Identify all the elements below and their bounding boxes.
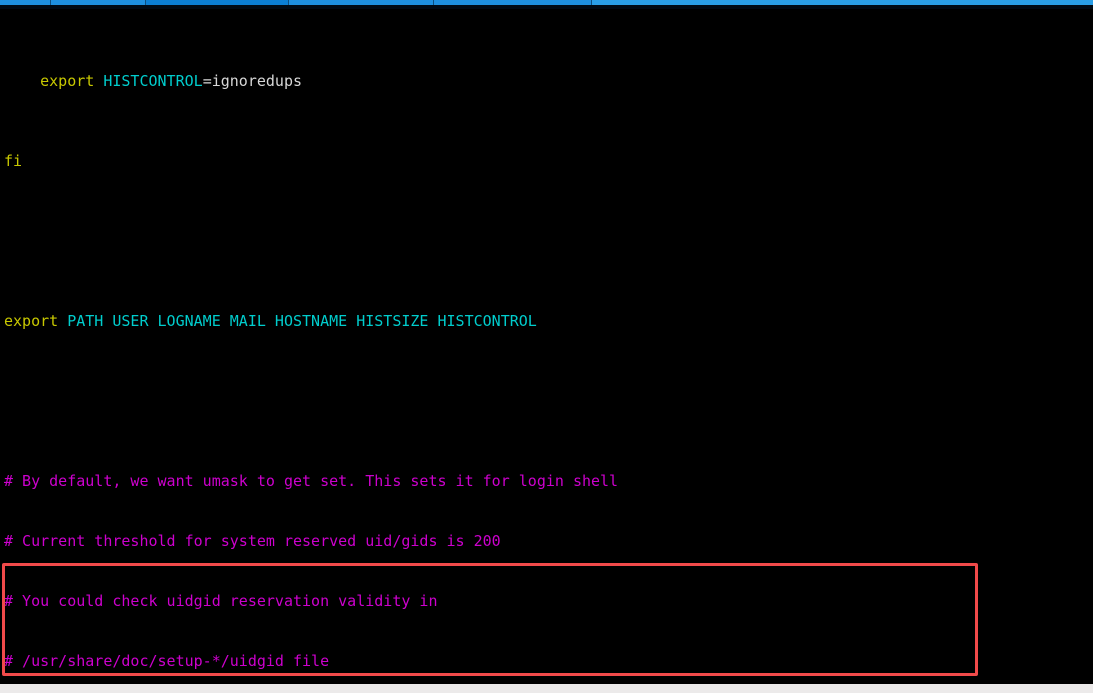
code-line-comment: # You could check uidgid reservation val… — [4, 591, 826, 611]
token-keyword: fi — [4, 152, 23, 170]
token-comment: # You could check uidgid reservation val… — [4, 592, 438, 610]
code-line: export HISTCONTROL=ignoredups — [4, 71, 826, 91]
token-identifier-list: PATH USER LOGNAME MAIL HOSTNAME HISTSIZE… — [67, 312, 537, 330]
token-identifier: HISTCONTROL — [103, 72, 203, 90]
code-line: fi — [4, 151, 826, 171]
page-bottom-strip — [0, 684, 1093, 693]
token-comment: # /usr/share/doc/setup-*/uidgid file — [4, 652, 330, 670]
terminal-window[interactable]: export HISTCONTROL=ignoredups fi export … — [0, 9, 1093, 684]
token-comment: # Current threshold for system reserved … — [4, 532, 501, 550]
token-value: =ignoredups — [202, 72, 303, 90]
code-line: export PATH USER LOGNAME MAIL HOSTNAME H… — [4, 311, 826, 331]
token-comment: # By default, we want umask to get set. … — [4, 472, 619, 490]
token-keyword: export — [4, 312, 59, 330]
code-line-comment: # Current threshold for system reserved … — [4, 531, 826, 551]
code-line-comment: # By default, we want umask to get set. … — [4, 471, 826, 491]
token-keyword: export — [40, 72, 95, 90]
vim-editor-buffer[interactable]: export HISTCONTROL=ignoredups fi export … — [0, 9, 826, 684]
code-line-comment: # /usr/share/doc/setup-*/uidgid file — [4, 651, 826, 671]
